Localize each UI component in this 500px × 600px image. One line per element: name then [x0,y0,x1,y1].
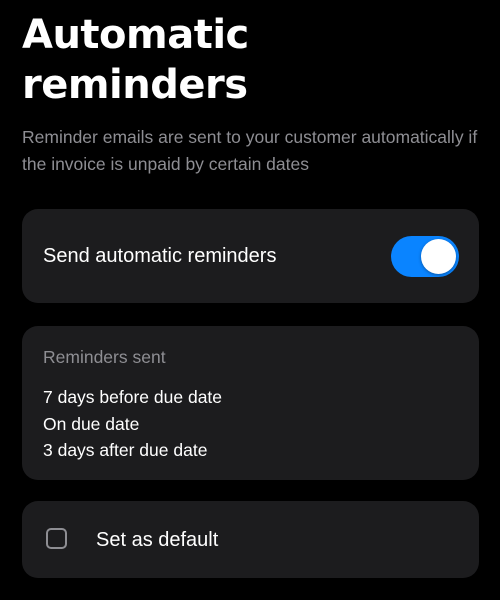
reminders-list: 7 days before due date On due date 3 day… [43,384,222,464]
auto-reminders-card: Send automatic reminders [22,209,479,303]
set-default-label[interactable]: Set as default [96,527,218,553]
reminder-item: On due date [43,413,140,434]
auto-reminders-label: Send automatic reminders [43,245,277,267]
set-default-card[interactable]: Set as default [22,501,479,578]
reminders-sent-heading: Reminders sent [43,347,166,367]
page-title: Automatic reminders [22,12,249,108]
set-default-checkbox[interactable] [46,528,67,549]
reminder-item: 3 days after due date [43,440,208,460]
toggle-knob [421,239,456,274]
page-subtitle: Reminder emails are sent to your custome… [22,127,478,174]
reminders-sent-card: Reminders sent 7 days before due date On… [22,326,479,480]
auto-reminders-toggle[interactable] [391,236,459,277]
reminder-item: 7 days before due date [43,387,223,407]
